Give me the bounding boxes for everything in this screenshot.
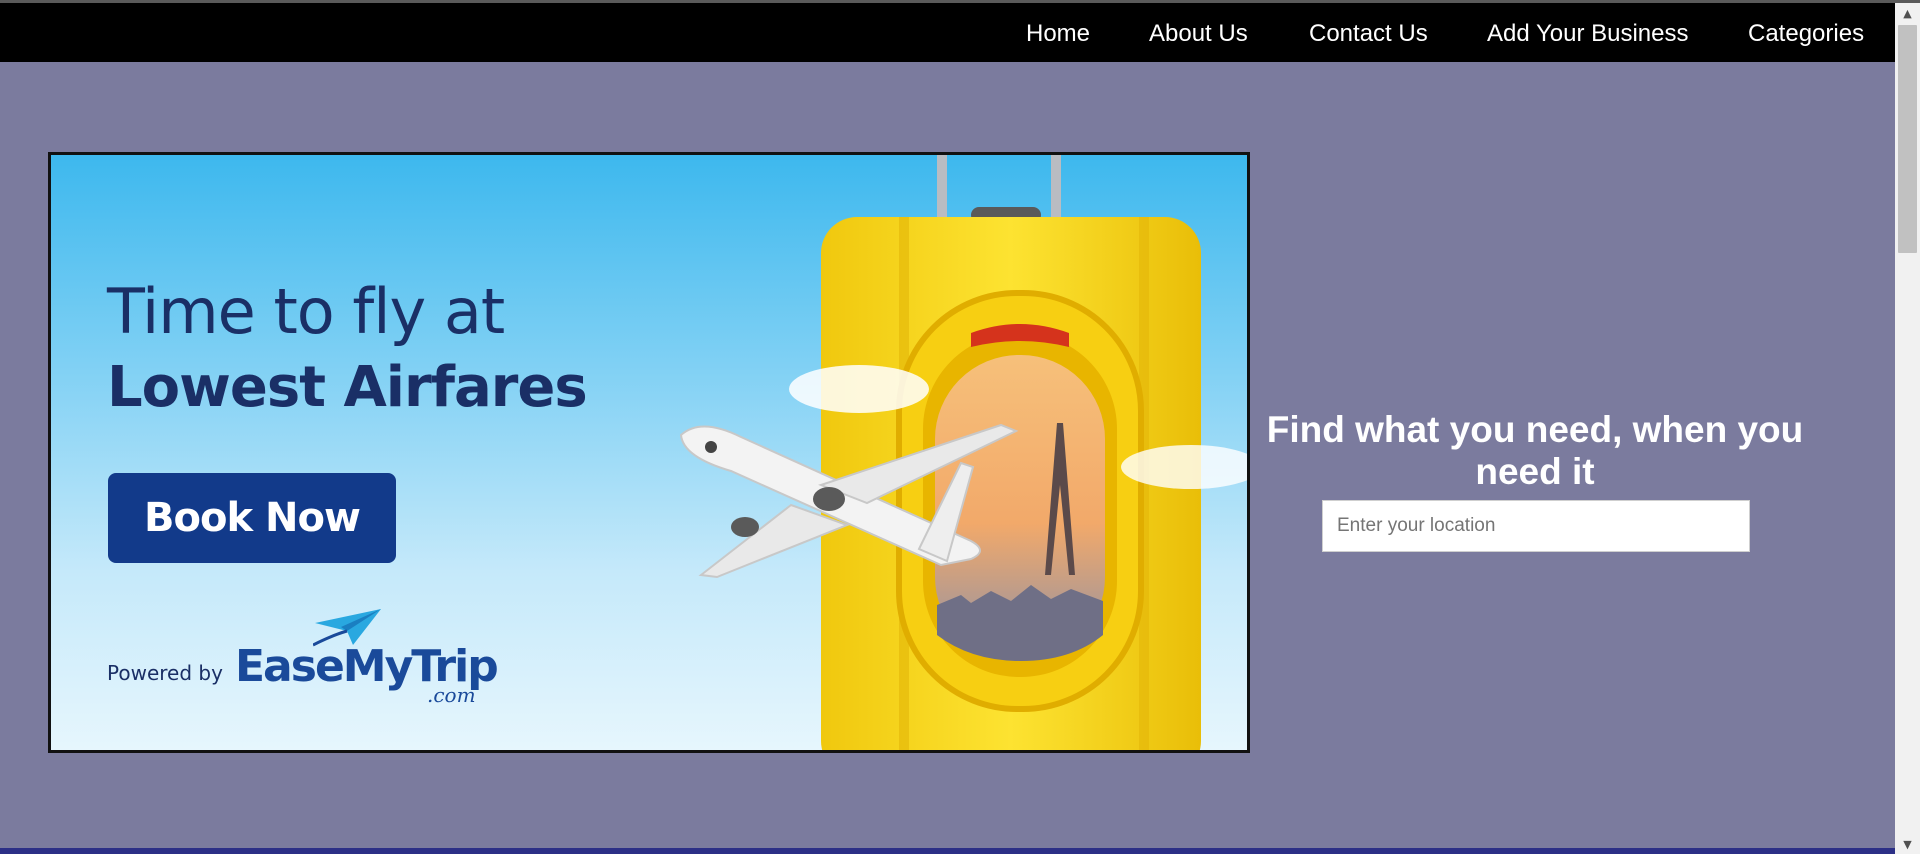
banner-headline-line1: Time to fly at [107,275,505,348]
book-now-button[interactable]: Book Now [108,473,396,563]
scrollbar-thumb[interactable] [1898,25,1917,253]
nav-link-home[interactable]: Home [1026,19,1090,49]
banner-headline-line2: Lowest Airfares [107,355,588,420]
top-navbar: Home About Us Contact Us Add Your Busine… [0,3,1895,62]
vertical-scrollbar[interactable]: ▲ ▼ [1895,3,1920,854]
nav-link-add-your-business[interactable]: Add Your Business [1487,19,1688,49]
brand-suffix: .com [427,683,476,707]
easemytrip-logo: EaseMyTrip .com [235,605,515,715]
scroll-down-arrow-icon[interactable]: ▼ [1895,834,1920,854]
suitcase-window-illustration [679,155,1247,750]
scroll-up-arrow-icon[interactable]: ▲ [1895,3,1920,23]
location-input[interactable] [1322,500,1750,552]
promo-banner[interactable]: Time to fly at Lowest Airfares Book Now … [48,152,1250,753]
nav-link-categories[interactable]: Categories [1748,19,1864,49]
powered-by-label: Powered by [107,661,223,685]
nav-link-about-us[interactable]: About Us [1149,19,1248,49]
nav-link-contact-us[interactable]: Contact Us [1309,19,1428,49]
bottom-edge-bar [0,848,1895,854]
hero-title: Find what you need, when you need it [1266,408,1804,492]
